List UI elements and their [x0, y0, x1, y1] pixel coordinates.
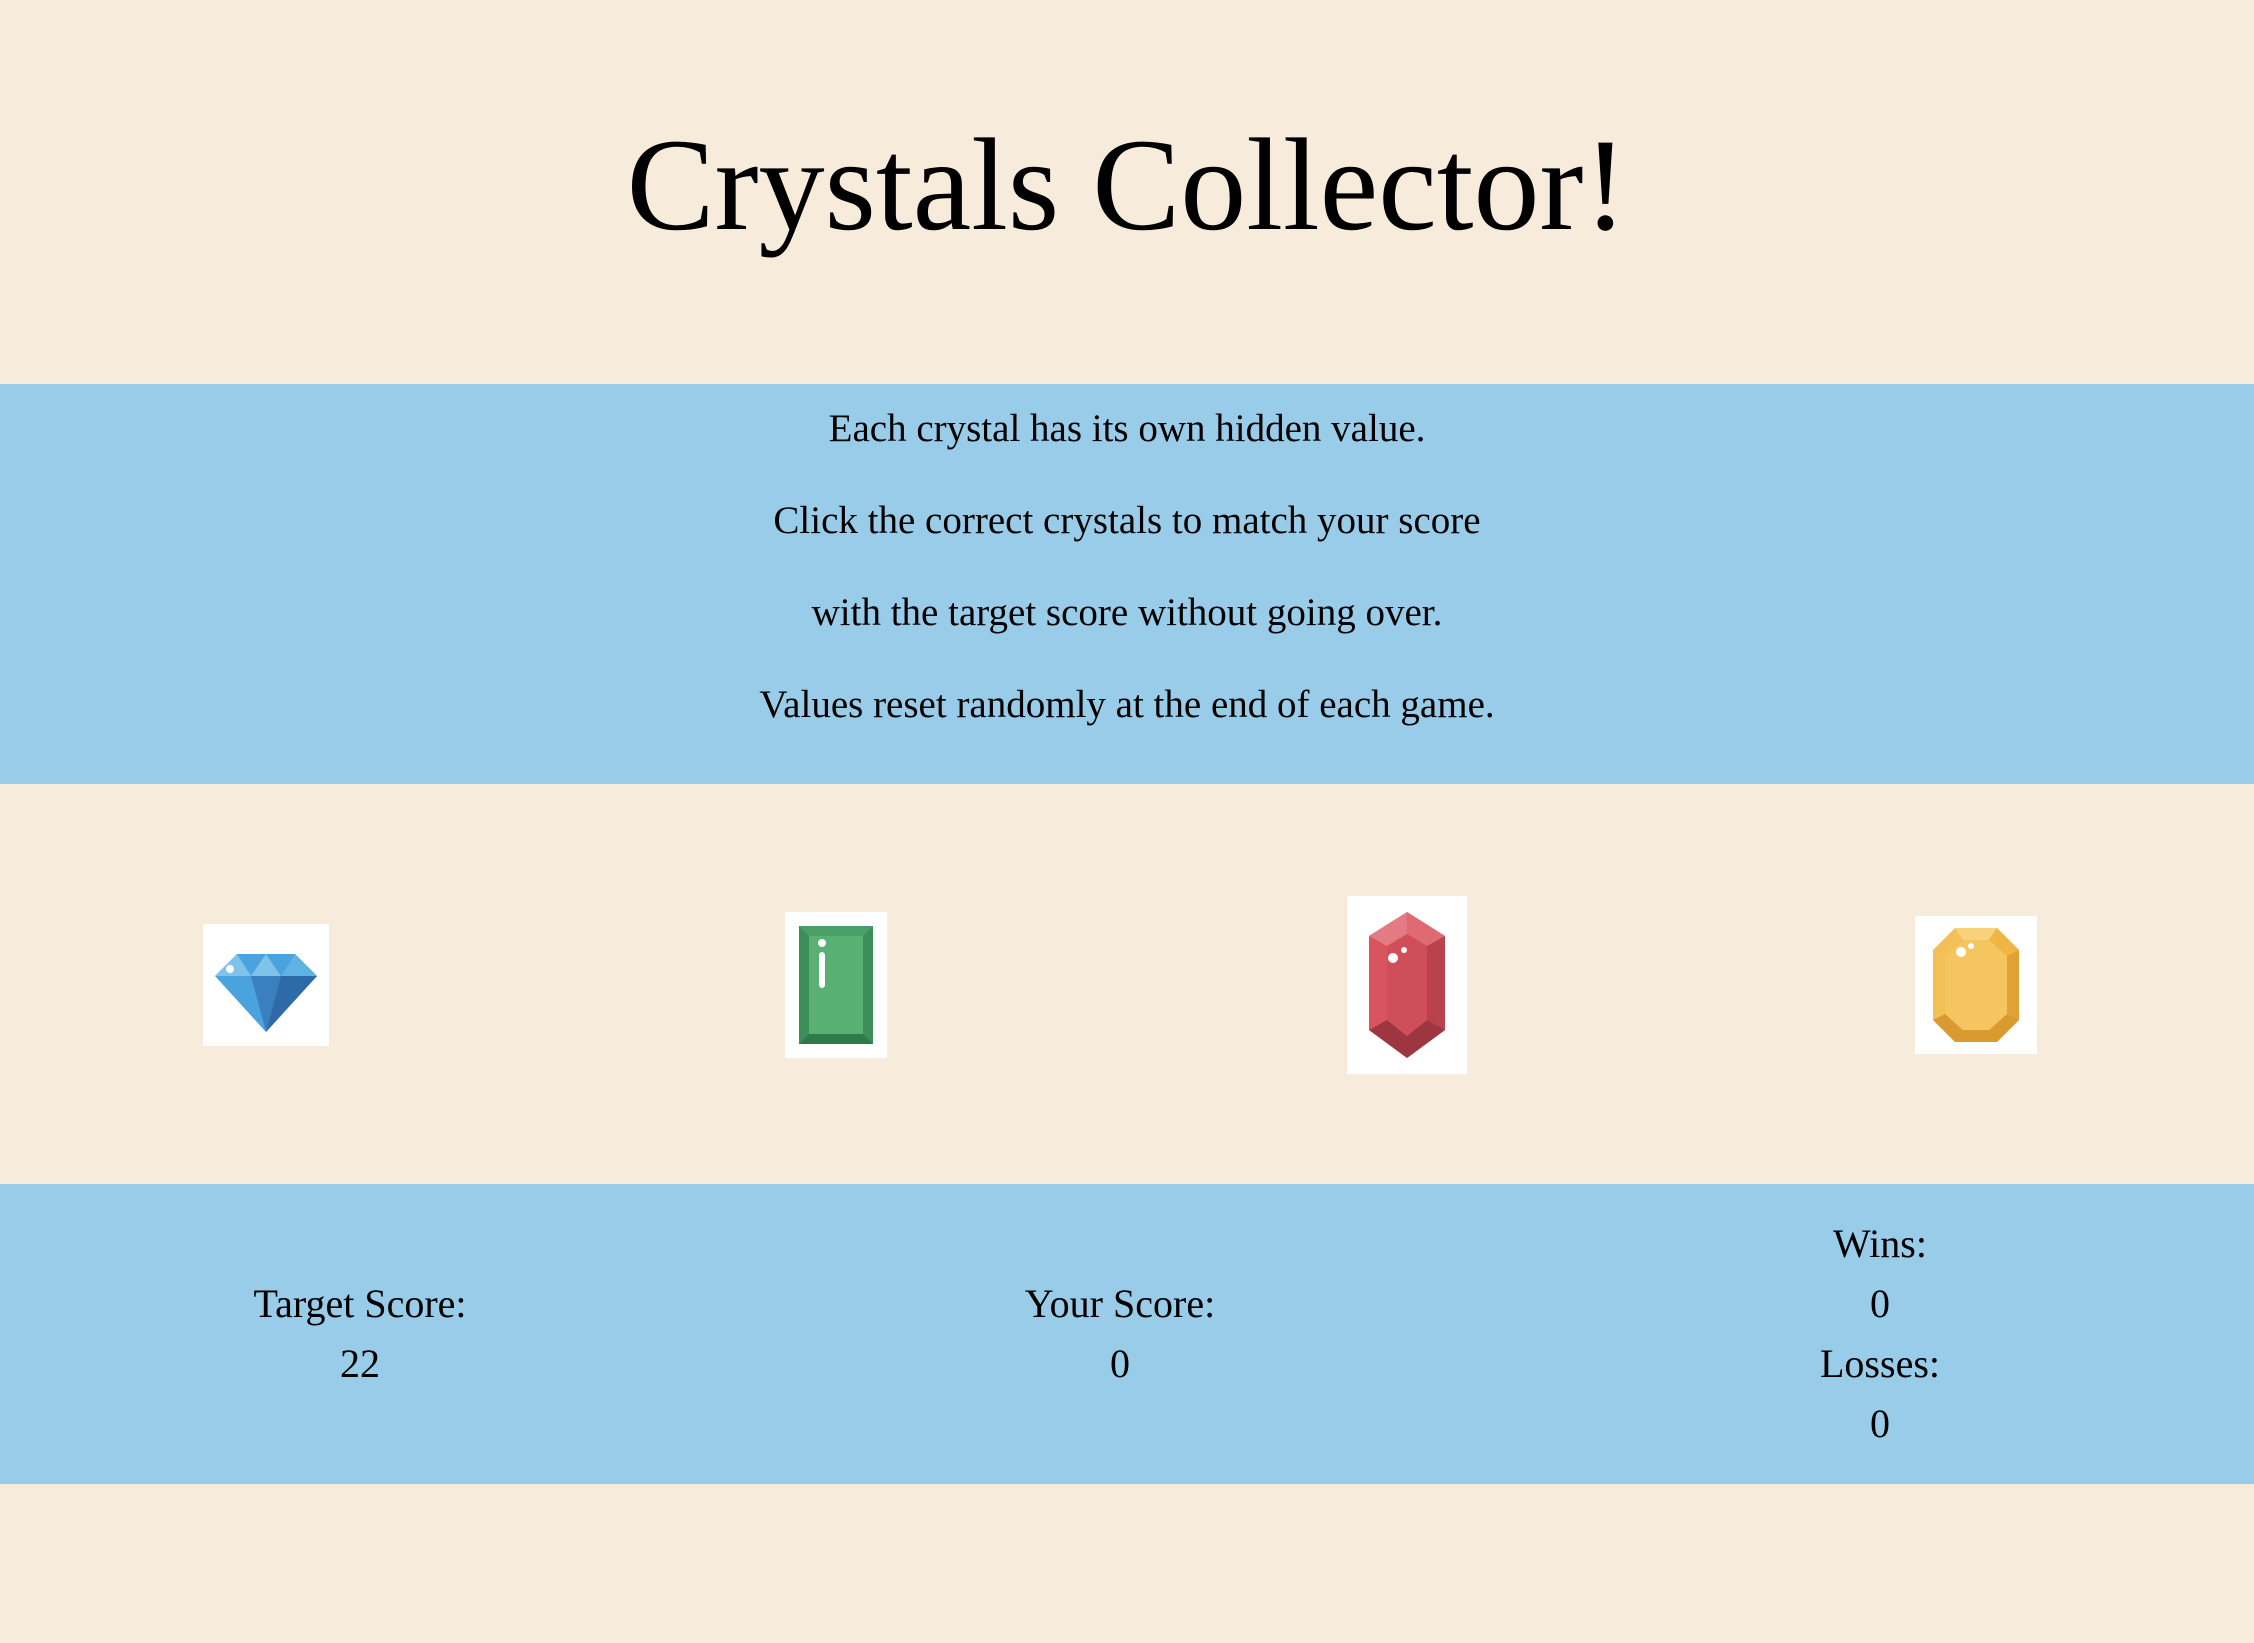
target-score-value: 22: [340, 1341, 380, 1386]
target-score-label: Target Score:: [253, 1281, 467, 1326]
green-emerald-icon[interactable]: [785, 912, 887, 1058]
losses-value: 0: [1870, 1401, 1890, 1446]
your-score-label: Your Score:: [1024, 1281, 1216, 1326]
instruction-line-3: with the target score without going over…: [811, 591, 1443, 634]
scores-panel: Target Score: 22 Your Score: 0 Wins: 0 L…: [0, 1184, 2254, 1484]
target-score-block: Target Score: 22: [210, 1274, 510, 1394]
your-score-value: 0: [1110, 1341, 1130, 1386]
crystals-row: [0, 784, 2254, 1184]
instructions-panel: Each crystal has its own hidden value. C…: [0, 384, 2254, 784]
losses-label: Losses:: [1820, 1341, 1940, 1386]
instruction-line-1: Each crystal has its own hidden value.: [828, 407, 1426, 450]
wins-losses-block: Wins: 0 Losses: 0: [1730, 1214, 2030, 1454]
red-ruby-icon[interactable]: [1347, 896, 1467, 1074]
yellow-topaz-icon[interactable]: [1915, 916, 2037, 1054]
wins-label: Wins:: [1833, 1221, 1927, 1266]
instruction-line-4: Values reset randomly at the end of each…: [759, 683, 1495, 726]
blue-diamond-icon[interactable]: [203, 924, 329, 1046]
your-score-block: Your Score: 0: [970, 1274, 1270, 1394]
wins-value: 0: [1870, 1281, 1890, 1326]
page-title: Crystals Collector!: [626, 111, 1628, 258]
instruction-line-2: Click the correct crystals to match your…: [773, 499, 1481, 542]
